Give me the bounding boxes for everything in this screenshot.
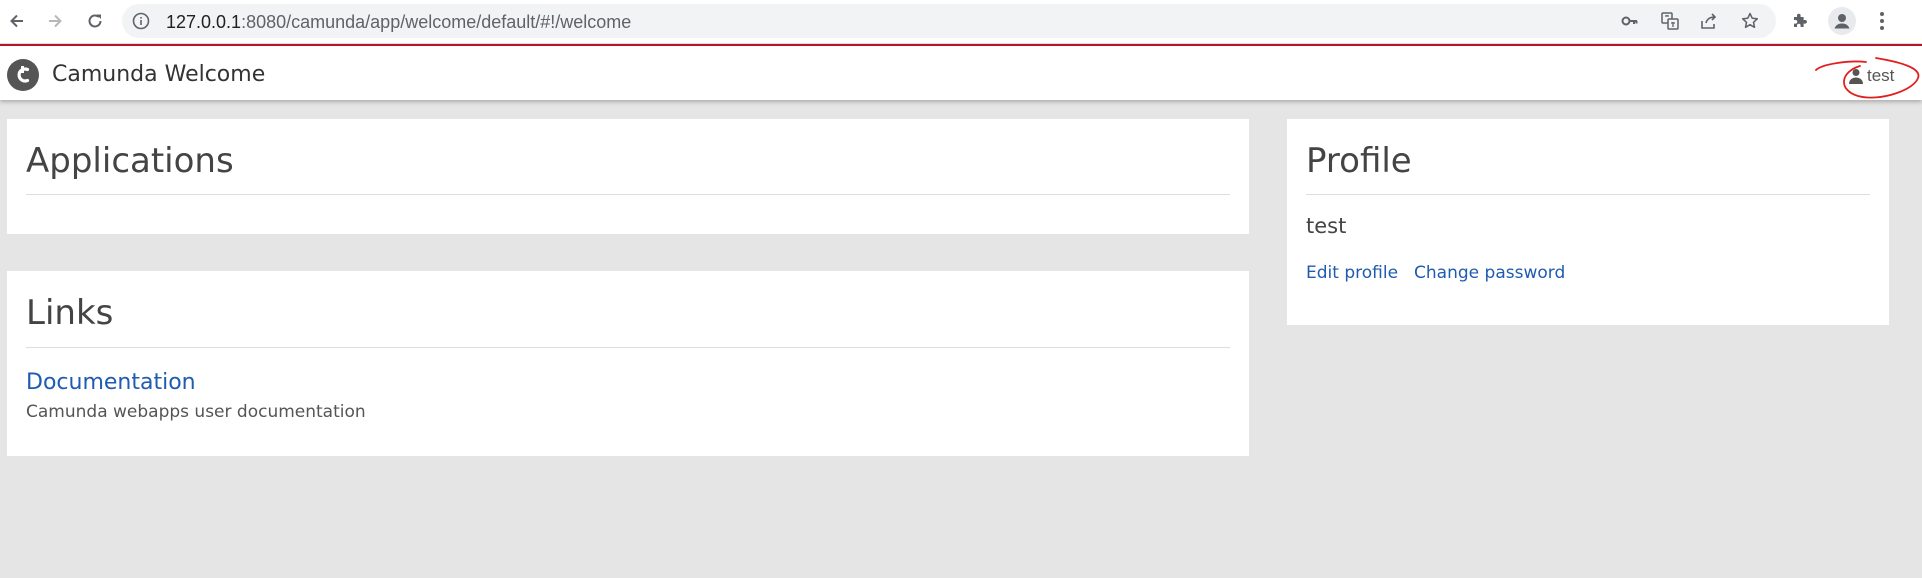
applications-title: Applications — [26, 141, 234, 181]
share-icon[interactable] — [1700, 12, 1718, 30]
documentation-description: Camunda webapps user documentation — [26, 402, 366, 422]
forward-arrow-icon — [49, 14, 62, 28]
profile-button[interactable] — [1828, 7, 1856, 35]
url-text[interactable]: 127.0.0.1:8080/camunda/app/welcome/defau… — [166, 12, 631, 32]
address-bar[interactable]: 127.0.0.1:8080/camunda/app/welcome/defau… — [122, 4, 1776, 38]
key-icon[interactable] — [1621, 12, 1639, 30]
profile-panel: Profile test Edit profile Change passwor… — [1287, 119, 1889, 325]
more-icon — [1880, 12, 1884, 16]
user-menu[interactable]: test — [1848, 66, 1894, 86]
app-header: Camunda Welcome test — [0, 44, 1922, 100]
back-button[interactable] — [2, 6, 32, 36]
profile-title: Profile — [1306, 141, 1412, 181]
extensions-button[interactable] — [1788, 9, 1812, 33]
user-name: test — [1867, 66, 1895, 85]
forward-button[interactable] — [40, 6, 70, 36]
edit-profile-link[interactable]: Edit profile — [1306, 263, 1398, 283]
links-panel: Links Documentation Camunda webapps user… — [7, 271, 1249, 456]
browser-menu-button[interactable] — [1872, 8, 1892, 34]
profile-username: test — [1306, 214, 1347, 238]
extensions-icon — [1794, 13, 1807, 27]
change-password-link[interactable]: Change password — [1414, 263, 1565, 283]
divider — [26, 194, 1230, 195]
user-icon — [1849, 69, 1863, 84]
star-icon[interactable] — [1741, 12, 1759, 30]
translate-icon[interactable] — [1661, 12, 1679, 30]
url-path: :8080/camunda/app/welcome/default/#!/wel… — [241, 12, 632, 32]
profile-actions: Edit profile Change password — [1306, 263, 1565, 283]
links-title: Links — [26, 293, 114, 333]
divider — [26, 347, 1230, 348]
applications-panel: Applications — [7, 119, 1249, 234]
browser-toolbar: 127.0.0.1:8080/camunda/app/welcome/defau… — [0, 0, 1922, 43]
reload-button[interactable] — [80, 6, 110, 36]
camunda-logo-icon[interactable] — [7, 59, 39, 91]
back-arrow-icon — [10, 14, 23, 28]
profile-icon — [1834, 14, 1850, 29]
divider — [1306, 194, 1870, 195]
app-title[interactable]: Camunda Welcome — [52, 62, 265, 87]
reload-icon — [88, 14, 102, 28]
url-host: 127.0.0.1 — [166, 12, 242, 32]
documentation-link[interactable]: Documentation — [26, 370, 196, 395]
site-info-icon[interactable] — [132, 12, 150, 30]
